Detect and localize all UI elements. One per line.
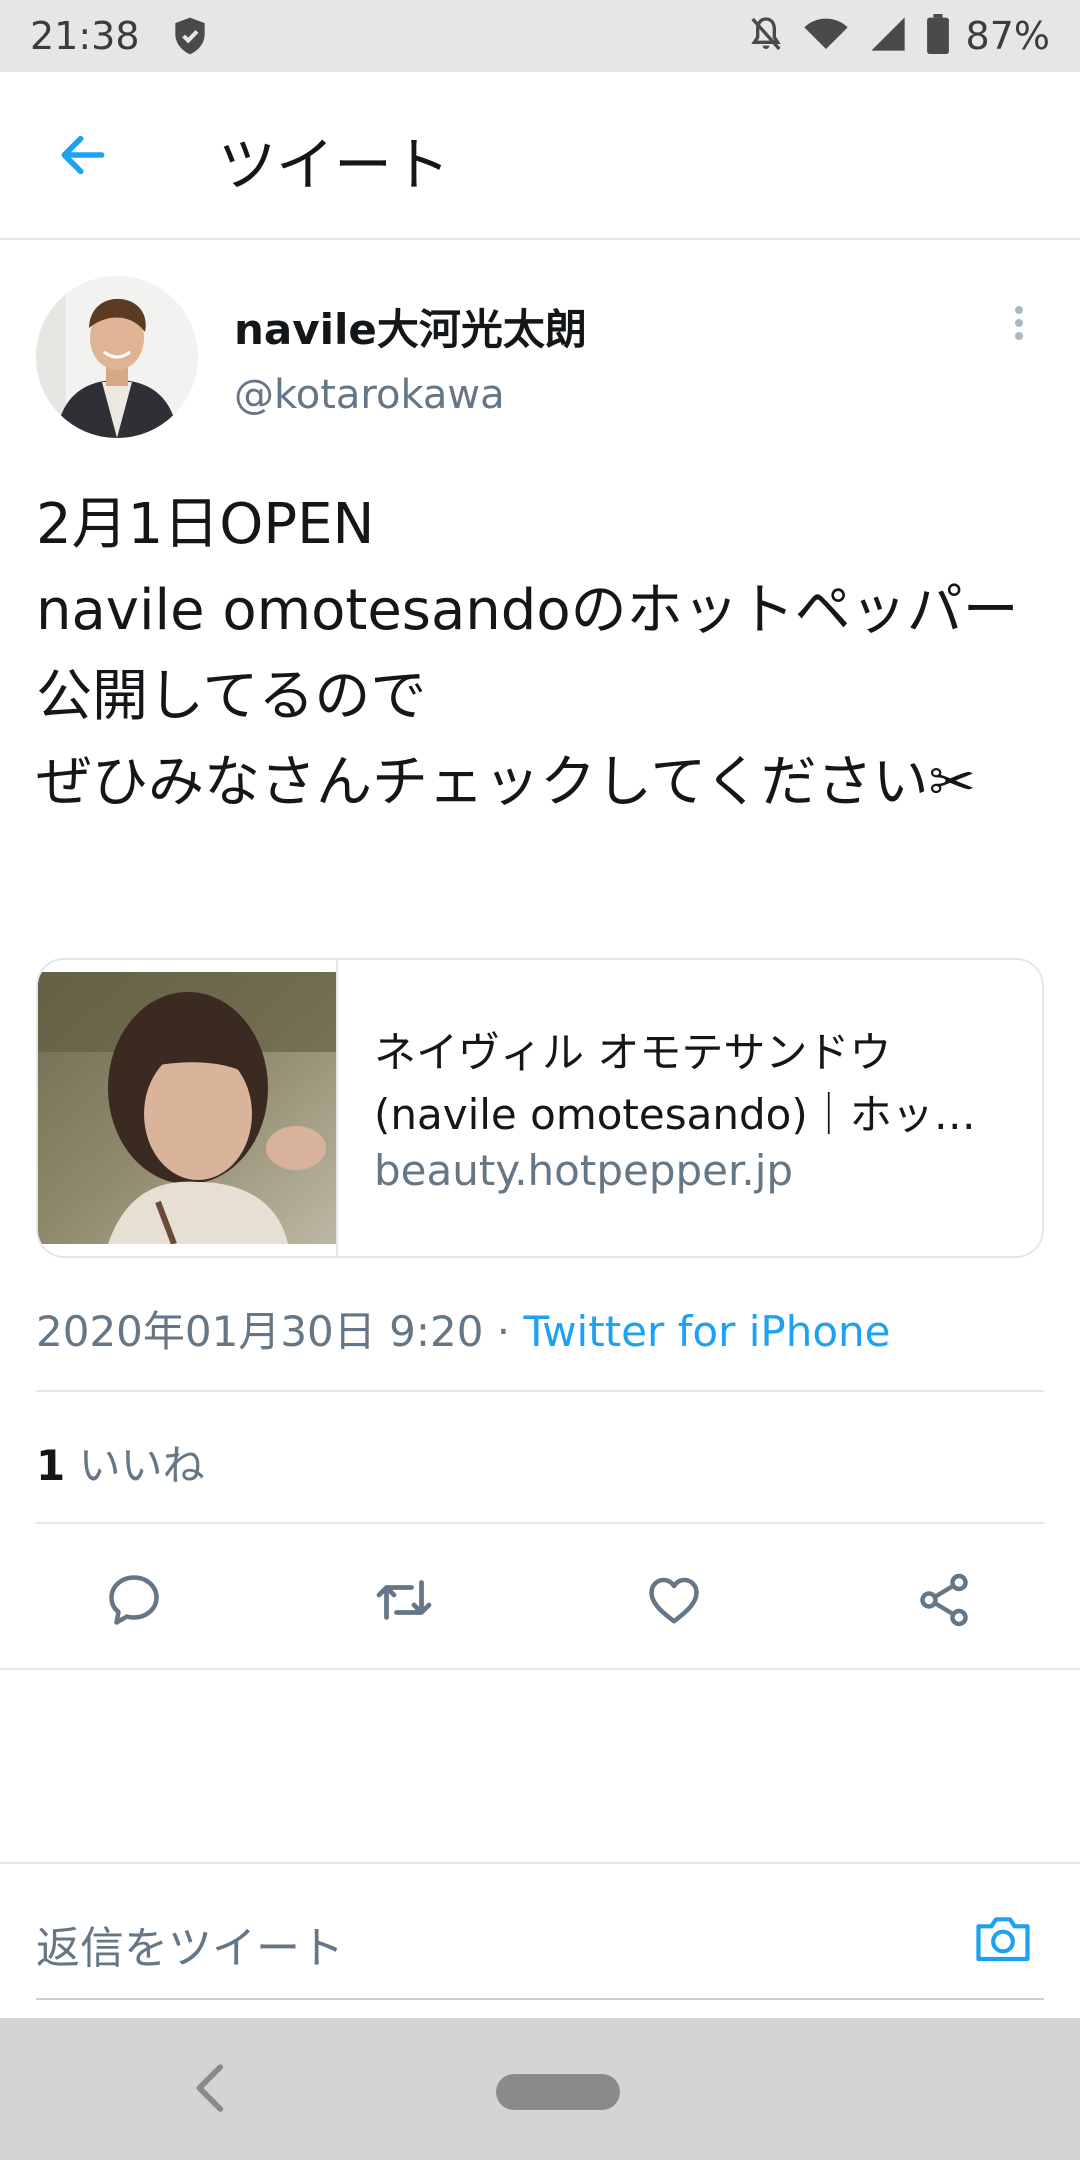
tweet-source-link[interactable]: Twitter for iPhone <box>524 1307 891 1356</box>
reply-icon <box>109 1575 159 1625</box>
app-header: ツイート <box>0 72 1080 240</box>
tweet-meta: 2020年01月30日 9:20 · Twitter for iPhone <box>36 1298 891 1359</box>
signal-icon <box>866 14 910 58</box>
card-title-line-2: (navile omotesando)｜ホット… <box>374 1090 1014 1139</box>
author-handle[interactable]: @kotarokawa <box>234 372 505 418</box>
back-button[interactable] <box>50 122 116 188</box>
status-icons: 87% <box>746 10 1050 62</box>
reply-underline <box>36 1998 1044 2000</box>
tweet-text: 2月1日OPEN navile omotesandoのホットペッパー公開してるの… <box>36 492 1019 815</box>
like-button[interactable] <box>634 1560 714 1640</box>
like-icon <box>649 1577 699 1624</box>
card-divider <box>336 960 338 1256</box>
wifi-icon <box>802 14 850 58</box>
retweet-icon <box>376 1580 432 1620</box>
reply-input[interactable]: 返信をツイート <box>36 1912 344 1976</box>
share-button[interactable] <box>904 1560 984 1640</box>
reply-button[interactable] <box>94 1560 174 1640</box>
page-title: ツイート <box>218 131 451 199</box>
shield-icon <box>168 14 212 58</box>
divider <box>36 1522 1044 1524</box>
likes-label: いいね <box>65 1441 205 1490</box>
system-back-button[interactable] <box>186 2060 236 2116</box>
camera-icon <box>976 1917 1030 1962</box>
system-nav-bar <box>0 2018 1080 2160</box>
more-options-icon[interactable] <box>1004 298 1034 348</box>
card-domain: beauty.hotpepper.jp <box>374 1146 794 1195</box>
home-pill-button[interactable] <box>496 2074 620 2110</box>
reply-bar: 返信をツイート <box>0 1862 1080 2002</box>
link-card[interactable]: ネイヴィル オモテサンドウ (navile omotesando)｜ホット… b… <box>36 958 1044 1258</box>
tweet-actions <box>0 1560 1080 1640</box>
arrow-left-icon <box>61 135 105 175</box>
mute-bell-icon <box>746 14 786 58</box>
status-time: 21:38 <box>30 14 140 58</box>
camera-button[interactable] <box>972 1910 1042 1970</box>
status-bar: 21:38 87% <box>0 0 1080 72</box>
avatar[interactable] <box>36 276 198 438</box>
divider <box>0 1668 1080 1670</box>
card-title-line-1: ネイヴィル オモテサンドウ <box>374 1028 892 1077</box>
divider <box>36 1390 1044 1392</box>
share-icon <box>920 1573 968 1627</box>
author-name[interactable]: navile大河光太朗 <box>234 296 587 357</box>
likes-count: 1 <box>36 1441 66 1490</box>
card-title: ネイヴィル オモテサンドウ (navile omotesando)｜ホット… <box>374 1022 1014 1146</box>
battery-percent: 87% <box>965 14 1050 58</box>
likes-summary[interactable]: 1 いいね <box>36 1432 205 1493</box>
battery-icon <box>926 14 950 58</box>
retweet-button[interactable] <box>364 1560 444 1640</box>
tweet-timestamp: 2020年01月30日 9:20 · <box>36 1307 524 1356</box>
card-thumbnail <box>38 972 338 1244</box>
chevron-left-icon <box>196 2064 224 2112</box>
